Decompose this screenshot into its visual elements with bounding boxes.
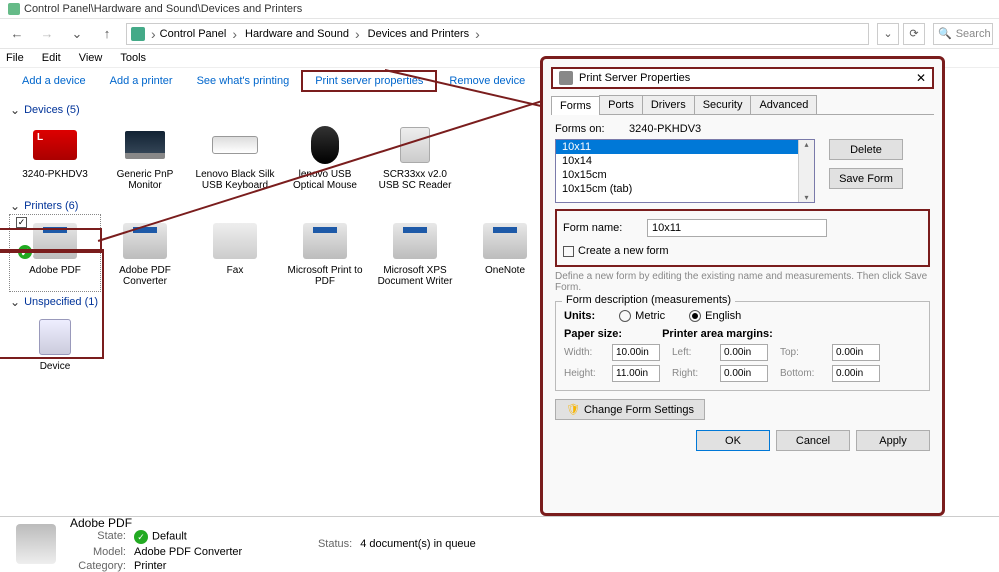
- form-description-group: Form description (measurements) Units: M…: [555, 301, 930, 391]
- close-button[interactable]: ✕: [916, 71, 926, 85]
- breadcrumb-item[interactable]: Control Panel: [156, 24, 241, 44]
- form-name-label: Form name:: [563, 222, 633, 234]
- device-item[interactable]: Lenovo Black Silk USB Keyboard: [190, 119, 280, 195]
- add-device-button[interactable]: Add a device: [10, 72, 98, 90]
- up-button[interactable]: ↑: [96, 23, 118, 45]
- tab-drivers[interactable]: Drivers: [642, 95, 695, 114]
- ok-button[interactable]: OK: [696, 430, 770, 451]
- menu-view[interactable]: View: [79, 52, 103, 64]
- save-form-button[interactable]: Save Form: [829, 168, 903, 189]
- breadcrumb-item[interactable]: Hardware and Sound: [241, 24, 364, 44]
- window-title: Control Panel\Hardware and Sound\Devices…: [24, 3, 302, 15]
- device-icon: [39, 319, 71, 355]
- printer-item-adobe-pdf[interactable]: ✓ ✓ Adobe PDF: [10, 215, 100, 291]
- location-icon: [131, 27, 145, 41]
- paper-size-label: Paper size:: [564, 328, 622, 340]
- search-icon: 🔍: [938, 27, 952, 40]
- keyboard-icon: [212, 136, 258, 154]
- recent-dropdown[interactable]: ⌄: [66, 23, 88, 45]
- tab-security[interactable]: Security: [694, 95, 752, 114]
- back-button[interactable]: ←: [6, 23, 28, 45]
- units-label: Units:: [564, 310, 595, 322]
- card-reader-icon: [400, 127, 430, 163]
- list-item[interactable]: 10x11: [556, 140, 814, 154]
- menu-tools[interactable]: Tools: [120, 52, 146, 64]
- left-margin-input[interactable]: [720, 344, 768, 361]
- right-margin-input[interactable]: [720, 365, 768, 382]
- forward-button[interactable]: →: [36, 23, 58, 45]
- scrollbar[interactable]: ▴▾: [798, 140, 814, 202]
- default-check-icon: ✓: [134, 530, 148, 544]
- app-icon: [8, 3, 20, 15]
- breadcrumb[interactable]: Control Panel Hardware and Sound Devices…: [126, 23, 869, 45]
- printer-icon: [123, 223, 167, 259]
- height-input[interactable]: [612, 365, 660, 382]
- default-badge-icon: ✓: [16, 243, 34, 261]
- delete-button[interactable]: Delete: [829, 139, 903, 160]
- list-item[interactable]: 10x15cm: [556, 168, 814, 182]
- printer-item[interactable]: Fax: [190, 215, 280, 291]
- list-item[interactable]: 10x15cm (tab): [556, 182, 814, 196]
- search-input[interactable]: 🔍 Search: [933, 23, 993, 45]
- printer-icon: [33, 223, 77, 259]
- device-item[interactable]: 3240-PKHDV3: [10, 119, 100, 195]
- tab-advanced[interactable]: Advanced: [750, 95, 817, 114]
- device-item[interactable]: lenovo USB Optical Mouse: [280, 119, 370, 195]
- print-server-properties-dialog: Print Server Properties ✕ Forms Ports Dr…: [540, 56, 945, 516]
- printer-item[interactable]: Microsoft Print to PDF: [280, 215, 370, 291]
- top-margin-input[interactable]: [832, 344, 880, 361]
- printer-icon: [393, 223, 437, 259]
- cancel-button[interactable]: Cancel: [776, 430, 850, 451]
- print-server-properties-button[interactable]: Print server properties: [301, 70, 437, 92]
- monitor-icon: [125, 131, 165, 159]
- menu-edit[interactable]: Edit: [42, 52, 61, 64]
- create-new-form-checkbox[interactable]: [563, 246, 574, 257]
- forms-on-label: Forms on:: [555, 123, 615, 135]
- english-radio[interactable]: [689, 310, 701, 322]
- history-dropdown[interactable]: ⌄: [877, 23, 899, 45]
- bottom-margin-input[interactable]: [832, 365, 880, 382]
- laptop-icon: [33, 130, 77, 160]
- fax-icon: [213, 223, 257, 259]
- see-printing-button[interactable]: See what's printing: [185, 72, 302, 90]
- server-name: 3240-PKHDV3: [629, 123, 701, 135]
- printer-large-icon: [16, 524, 56, 564]
- metric-radio[interactable]: [619, 310, 631, 322]
- window-titlebar: Control Panel\Hardware and Sound\Devices…: [0, 0, 999, 19]
- selection-checkbox[interactable]: ✓: [16, 217, 27, 228]
- create-new-form-label: Create a new form: [578, 245, 668, 257]
- forms-listbox[interactable]: 10x11 10x14 10x15cm 10x15cm (tab) ▴▾: [555, 139, 815, 203]
- width-input[interactable]: [612, 344, 660, 361]
- device-item[interactable]: Generic PnP Monitor: [100, 119, 190, 195]
- add-printer-button[interactable]: Add a printer: [98, 72, 185, 90]
- printer-item[interactable]: OneNote: [460, 215, 550, 291]
- form-name-input[interactable]: [647, 219, 827, 237]
- printer-small-icon: [559, 71, 573, 85]
- menu-file[interactable]: File: [6, 52, 24, 64]
- search-placeholder: Search: [956, 28, 991, 40]
- details-pane: Adobe PDF State: ✓Default Model: Adobe P…: [0, 516, 999, 571]
- shield-icon: 🛡: [566, 403, 580, 416]
- form-hint: Define a new form by editing the existin…: [555, 271, 930, 293]
- margins-label: Printer area margins:: [662, 328, 773, 340]
- refresh-button[interactable]: ⟳: [903, 23, 925, 45]
- address-bar: ← → ⌄ ↑ Control Panel Hardware and Sound…: [0, 19, 999, 49]
- remove-device-button[interactable]: Remove device: [437, 72, 537, 90]
- tab-forms[interactable]: Forms: [551, 96, 600, 115]
- selected-name: Adobe PDF: [70, 516, 242, 530]
- tab-ports[interactable]: Ports: [599, 95, 643, 114]
- change-form-settings-button[interactable]: 🛡 Change Form Settings: [555, 399, 705, 420]
- form-name-group: Form name: Create a new form: [555, 209, 930, 267]
- printer-icon: [303, 223, 347, 259]
- printer-item[interactable]: Microsoft XPS Document Writer: [370, 215, 460, 291]
- apply-button[interactable]: Apply: [856, 430, 930, 451]
- list-item[interactable]: 10x14: [556, 154, 814, 168]
- mouse-icon: [311, 126, 339, 164]
- unspecified-item[interactable]: Device: [10, 311, 100, 376]
- form-description-legend: Form description (measurements): [562, 294, 735, 306]
- breadcrumb-item[interactable]: Devices and Printers: [364, 24, 484, 44]
- dialog-titlebar: Print Server Properties ✕: [551, 67, 934, 89]
- dialog-tabs: Forms Ports Drivers Security Advanced: [551, 95, 934, 115]
- printer-icon: [483, 223, 527, 259]
